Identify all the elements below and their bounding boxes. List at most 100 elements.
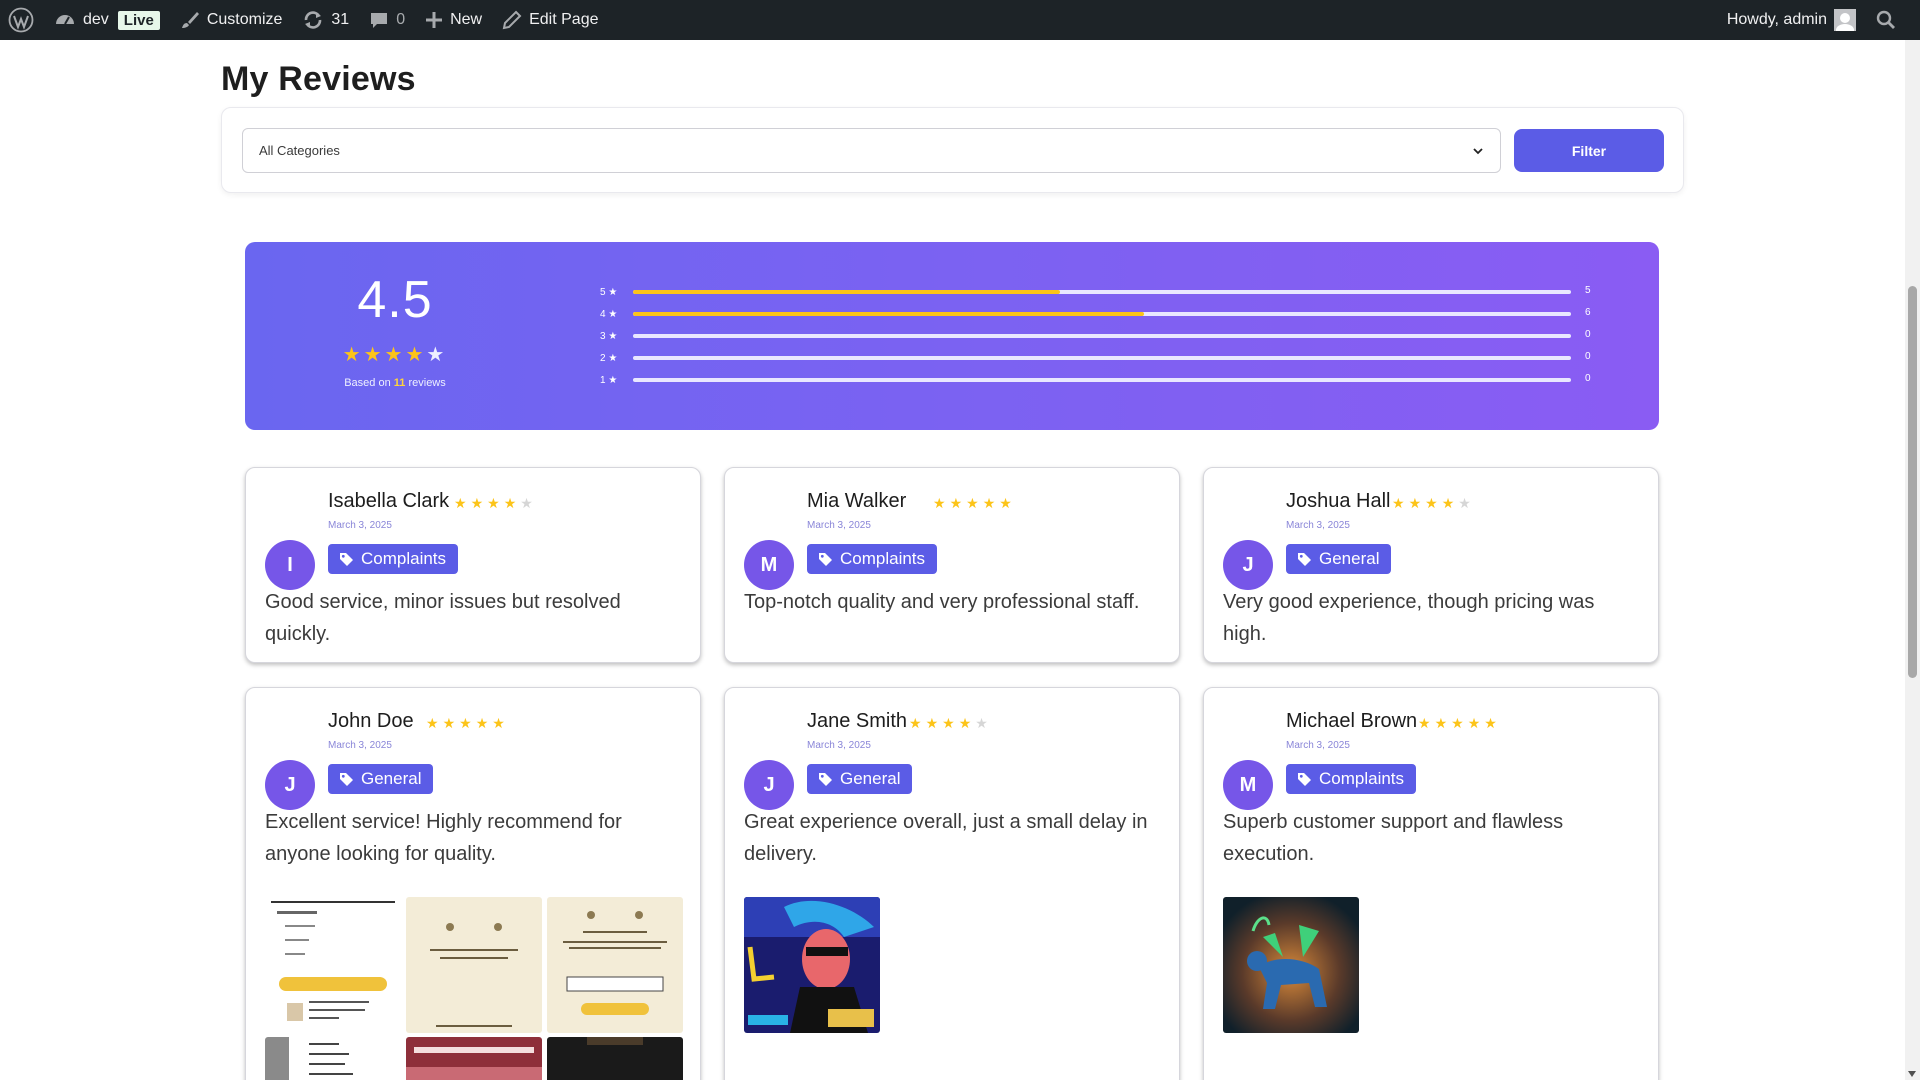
tag-icon <box>340 772 353 786</box>
review-stars: ★★★★★ <box>454 495 537 512</box>
search-icon <box>1876 10 1895 29</box>
review-image[interactable] <box>265 897 401 1033</box>
star-icon: ★ <box>949 495 967 511</box>
site-name-menu[interactable]: dev Live <box>44 0 170 40</box>
distribution-fill <box>633 312 1145 316</box>
star-icon: ★ <box>1434 715 1452 731</box>
distribution-row: 3 ★ 0 <box>600 329 1600 343</box>
distribution-count: 0 <box>1585 329 1591 340</box>
howdy-text: Howdy, admin <box>1726 11 1827 28</box>
review-image[interactable] <box>744 897 880 1033</box>
category-tag-label: General <box>361 769 422 788</box>
distribution-label: 4 ★ <box>600 308 618 320</box>
distribution-track <box>633 334 1571 338</box>
review-image[interactable] <box>1223 897 1359 1033</box>
customize-link[interactable]: Customize <box>170 0 293 40</box>
review-text: Great experience overall, just a small d… <box>744 811 1148 865</box>
reviewer-avatar: J <box>744 760 794 810</box>
filter-panel: All Categories Filter <box>221 107 1684 193</box>
review-stars: ★★★★★ <box>909 715 992 732</box>
star-icon: ★ <box>1467 715 1485 731</box>
user-avatar-icon <box>1834 9 1856 31</box>
star-icon: ★ <box>933 495 950 511</box>
review-text: Top-notch quality and very professional … <box>744 591 1140 613</box>
average-stars: ★★★★★ <box>245 342 545 367</box>
filter-button[interactable]: Filter <box>1514 129 1664 172</box>
comments-count: 0 <box>396 11 406 28</box>
star-icon: ★ <box>982 495 1000 511</box>
category-tag[interactable]: General <box>328 764 434 794</box>
comments-link[interactable]: 0 <box>359 0 415 40</box>
tag-icon <box>819 552 832 566</box>
star-icon: ★ <box>1418 715 1435 731</box>
review-image[interactable] <box>265 1037 401 1080</box>
star-icon: ★ <box>909 715 926 731</box>
review-stars: ★★★★★ <box>1418 715 1501 732</box>
star-icon: ★ <box>1451 715 1468 731</box>
star-icon: ★ <box>1458 495 1475 511</box>
distribution-row: 5 ★ 5 <box>600 285 1600 299</box>
category-tag[interactable]: Complaints <box>1286 764 1417 794</box>
distribution-track <box>633 290 1571 294</box>
tag-icon <box>819 772 832 786</box>
scrollbar-thumb[interactable] <box>1908 286 1917 678</box>
reviewer-name: John Doe <box>328 710 414 732</box>
reviewer-name: Joshua Hall <box>1286 490 1391 512</box>
review-text: Good service, minor issues but resolved … <box>265 591 621 645</box>
category-tag[interactable]: General <box>807 764 913 794</box>
star-icon: ★ <box>1408 495 1426 511</box>
star-icon: ★ <box>475 715 493 731</box>
review-image[interactable] <box>547 897 683 1033</box>
category-tag-label: General <box>840 769 901 788</box>
distribution-row: 4 ★ 6 <box>600 307 1600 321</box>
distribution-count: 0 <box>1585 351 1591 362</box>
review-image[interactable] <box>406 1037 542 1080</box>
star-icon: ★ <box>958 715 976 731</box>
edit-page-label: Edit Page <box>529 11 599 28</box>
review-image[interactable] <box>547 1037 683 1080</box>
star-icon: ★ <box>1425 495 1442 511</box>
wordpress-icon <box>8 7 34 33</box>
live-badge: Live <box>117 10 160 30</box>
distribution-row: 1 ★ 0 <box>600 373 1600 387</box>
distribution-row: 2 ★ 0 <box>600 351 1600 365</box>
customize-label: Customize <box>206 11 283 28</box>
star-icon: ★ <box>470 495 488 511</box>
review-date: March 3, 2025 <box>807 740 871 751</box>
reviewer-avatar: M <box>744 540 794 590</box>
reviewer-avatar: J <box>265 760 315 810</box>
review-image[interactable] <box>406 897 542 1033</box>
scroll-down-arrow-icon[interactable] <box>1908 1071 1916 1077</box>
category-tag-label: Complaints <box>1319 769 1405 788</box>
review-text: Excellent service! Highly recommend for … <box>265 811 622 865</box>
category-select[interactable]: All Categories <box>242 128 1501 173</box>
site-name: dev <box>83 11 109 28</box>
updates-link[interactable]: 31 <box>292 0 359 40</box>
star-icon: ★ <box>363 344 385 366</box>
comment-icon <box>371 13 388 28</box>
distribution-count: 0 <box>1585 373 1591 384</box>
review-card: J John Doe ★★★★★ March 3, 2025 General E… <box>245 687 701 1080</box>
category-tag[interactable]: Complaints <box>328 544 459 574</box>
star-icon: ★ <box>459 715 476 731</box>
review-stars: ★★★★★ <box>1392 495 1475 512</box>
category-tag-label: Complaints <box>840 549 926 568</box>
pencil-icon <box>502 10 522 30</box>
category-tag-label: General <box>1319 549 1380 568</box>
review-card: I Isabella Clark ★★★★★ March 3, 2025 Com… <box>245 467 701 663</box>
edit-page-link[interactable]: Edit Page <box>492 0 608 40</box>
page-scrollbar[interactable] <box>1905 40 1920 1080</box>
wordpress-logo-button[interactable] <box>0 0 44 40</box>
category-tag[interactable]: Complaints <box>807 544 938 574</box>
category-tag[interactable]: General <box>1286 544 1392 574</box>
star-icon: ★ <box>1484 715 1501 731</box>
account-menu[interactable]: Howdy, admin <box>1717 0 1866 40</box>
distribution-track <box>633 312 1571 316</box>
distribution-count: 5 <box>1585 285 1591 296</box>
new-content-link[interactable]: New <box>415 0 492 40</box>
distribution-label: 3 ★ <box>600 330 618 342</box>
review-card: J Joshua Hall ★★★★★ March 3, 2025 Genera… <box>1203 467 1659 663</box>
star-icon: ★ <box>405 344 427 366</box>
review-date: March 3, 2025 <box>807 520 871 531</box>
search-button[interactable] <box>1866 0 1906 40</box>
